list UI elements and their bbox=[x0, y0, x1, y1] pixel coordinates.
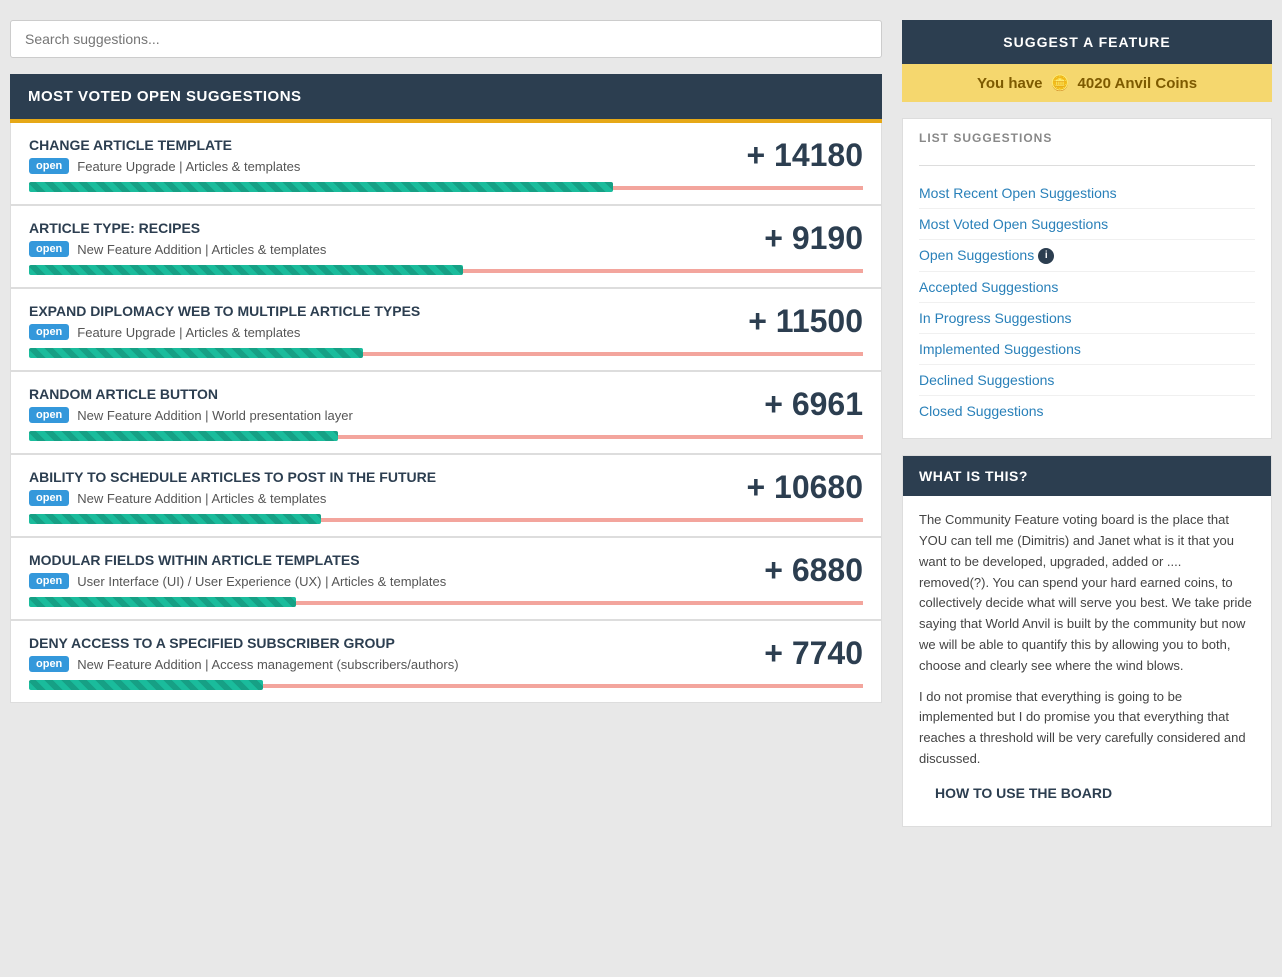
card-meta: open New Feature Addition | World presen… bbox=[29, 407, 744, 423]
card-title: MODULAR FIELDS WITHIN ARTICLE TEMPLATES bbox=[29, 552, 744, 568]
card-votes: + 9190 bbox=[764, 220, 863, 257]
badge-open: open bbox=[29, 158, 69, 174]
progress-fill bbox=[29, 680, 263, 690]
progress-fill bbox=[29, 597, 296, 607]
card-title: EXPAND DIPLOMACY WEB TO MULTIPLE ARTICLE… bbox=[29, 303, 728, 319]
main-column: MOST VOTED OPEN SUGGESTIONS CHANGE ARTIC… bbox=[10, 20, 882, 843]
info-icon: i bbox=[1038, 248, 1054, 264]
sidebar-link[interactable]: Closed Suggestions bbox=[919, 396, 1255, 426]
section-title: MOST VOTED OPEN SUGGESTIONS bbox=[28, 88, 302, 105]
card-title: CHANGE ARTICLE TEMPLATE bbox=[29, 137, 726, 153]
what-is-box: WHAT IS THIS? The Community Feature voti… bbox=[902, 455, 1272, 827]
sidebar-link[interactable]: Open Suggestionsi bbox=[919, 240, 1255, 272]
suggestion-card[interactable]: CHANGE ARTICLE TEMPLATE open Feature Upg… bbox=[10, 123, 882, 205]
sidebar-links-container: Most Recent Open SuggestionsMost Voted O… bbox=[919, 178, 1255, 426]
what-is-header: WHAT IS THIS? bbox=[903, 456, 1271, 496]
card-votes: + 6880 bbox=[764, 552, 863, 589]
badge-open: open bbox=[29, 573, 69, 589]
sidebar-link[interactable]: Declined Suggestions bbox=[919, 365, 1255, 396]
progress-bar bbox=[29, 348, 863, 358]
card-meta-text: User Interface (UI) / User Experience (U… bbox=[77, 574, 446, 589]
card-title: RANDOM ARTICLE BUTTON bbox=[29, 386, 744, 402]
divider bbox=[919, 165, 1255, 166]
progress-fill bbox=[29, 514, 321, 524]
section-header: MOST VOTED OPEN SUGGESTIONS bbox=[10, 74, 882, 123]
what-is-text1: The Community Feature voting board is th… bbox=[919, 510, 1255, 676]
how-to-header: HOW TO USE THE BOARD bbox=[919, 770, 1255, 812]
progress-bar bbox=[29, 265, 863, 275]
card-meta-text: New Feature Addition | World presentatio… bbox=[77, 408, 353, 423]
progress-fill bbox=[29, 348, 363, 358]
badge-open: open bbox=[29, 656, 69, 672]
coins-bar: You have 🪙 4020 Anvil Coins bbox=[902, 64, 1272, 102]
suggestion-card[interactable]: ABILITY TO SCHEDULE ARTICLES TO POST IN … bbox=[10, 454, 882, 537]
card-meta-text: New Feature Addition | Articles & templa… bbox=[77, 491, 326, 506]
badge-open: open bbox=[29, 241, 69, 257]
suggestion-card[interactable]: EXPAND DIPLOMACY WEB TO MULTIPLE ARTICLE… bbox=[10, 288, 882, 371]
card-meta: open User Interface (UI) / User Experien… bbox=[29, 573, 744, 589]
card-meta-text: New Feature Addition | Articles & templa… bbox=[77, 242, 326, 257]
progress-fill bbox=[29, 431, 338, 441]
sidebar-link[interactable]: Implemented Suggestions bbox=[919, 334, 1255, 365]
card-title: DENY ACCESS TO A SPECIFIED SUBSCRIBER GR… bbox=[29, 635, 744, 651]
card-meta: open Feature Upgrade | Articles & templa… bbox=[29, 324, 728, 340]
progress-fill bbox=[29, 182, 613, 192]
suggestions-list: CHANGE ARTICLE TEMPLATE open Feature Upg… bbox=[10, 123, 882, 703]
card-title: ABILITY TO SCHEDULE ARTICLES TO POST IN … bbox=[29, 469, 726, 485]
progress-bar bbox=[29, 514, 863, 524]
list-label: LIST SUGGESTIONS bbox=[919, 131, 1255, 153]
progress-bar bbox=[29, 182, 863, 192]
card-votes: + 14180 bbox=[746, 137, 863, 174]
suggestion-card[interactable]: DENY ACCESS TO A SPECIFIED SUBSCRIBER GR… bbox=[10, 620, 882, 703]
sidebar-link[interactable]: Most Recent Open Suggestions bbox=[919, 178, 1255, 209]
suggestion-card[interactable]: RANDOM ARTICLE BUTTON open New Feature A… bbox=[10, 371, 882, 454]
suggestion-card[interactable]: MODULAR FIELDS WITHIN ARTICLE TEMPLATES … bbox=[10, 537, 882, 620]
card-meta: open New Feature Addition | Access manag… bbox=[29, 656, 744, 672]
card-meta-text: Feature Upgrade | Articles & templates bbox=[77, 325, 300, 340]
card-votes: + 11500 bbox=[748, 303, 863, 340]
card-meta-text: Feature Upgrade | Articles & templates bbox=[77, 159, 300, 174]
progress-bar bbox=[29, 680, 863, 690]
progress-bar bbox=[29, 597, 863, 607]
card-meta: open New Feature Addition | Articles & t… bbox=[29, 490, 726, 506]
sidebar: SUGGEST A FEATURE You have 🪙 4020 Anvil … bbox=[902, 20, 1272, 843]
card-title: ARTICLE TYPE: RECIPES bbox=[29, 220, 744, 236]
sidebar-link[interactable]: In Progress Suggestions bbox=[919, 303, 1255, 334]
card-votes: + 7740 bbox=[764, 635, 863, 672]
card-votes: + 10680 bbox=[746, 469, 863, 506]
sidebar-link[interactable]: Accepted Suggestions bbox=[919, 272, 1255, 303]
badge-open: open bbox=[29, 407, 69, 423]
suggest-feature-button[interactable]: SUGGEST A FEATURE bbox=[902, 20, 1272, 64]
card-votes: + 6961 bbox=[764, 386, 863, 423]
what-is-text2: I do not promise that everything is goin… bbox=[919, 687, 1255, 770]
what-is-body: The Community Feature voting board is th… bbox=[903, 496, 1271, 826]
progress-fill bbox=[29, 265, 463, 275]
badge-open: open bbox=[29, 490, 69, 506]
card-meta: open New Feature Addition | Articles & t… bbox=[29, 241, 744, 257]
card-meta: open Feature Upgrade | Articles & templa… bbox=[29, 158, 726, 174]
search-input[interactable] bbox=[10, 20, 882, 58]
coin-icon: 🪙 bbox=[1051, 75, 1070, 92]
sidebar-links-section: LIST SUGGESTIONS Most Recent Open Sugges… bbox=[902, 118, 1272, 439]
card-meta-text: New Feature Addition | Access management… bbox=[77, 657, 458, 672]
badge-open: open bbox=[29, 324, 69, 340]
suggestion-card[interactable]: ARTICLE TYPE: RECIPES open New Feature A… bbox=[10, 205, 882, 288]
progress-bar bbox=[29, 431, 863, 441]
sidebar-link[interactable]: Most Voted Open Suggestions bbox=[919, 209, 1255, 240]
